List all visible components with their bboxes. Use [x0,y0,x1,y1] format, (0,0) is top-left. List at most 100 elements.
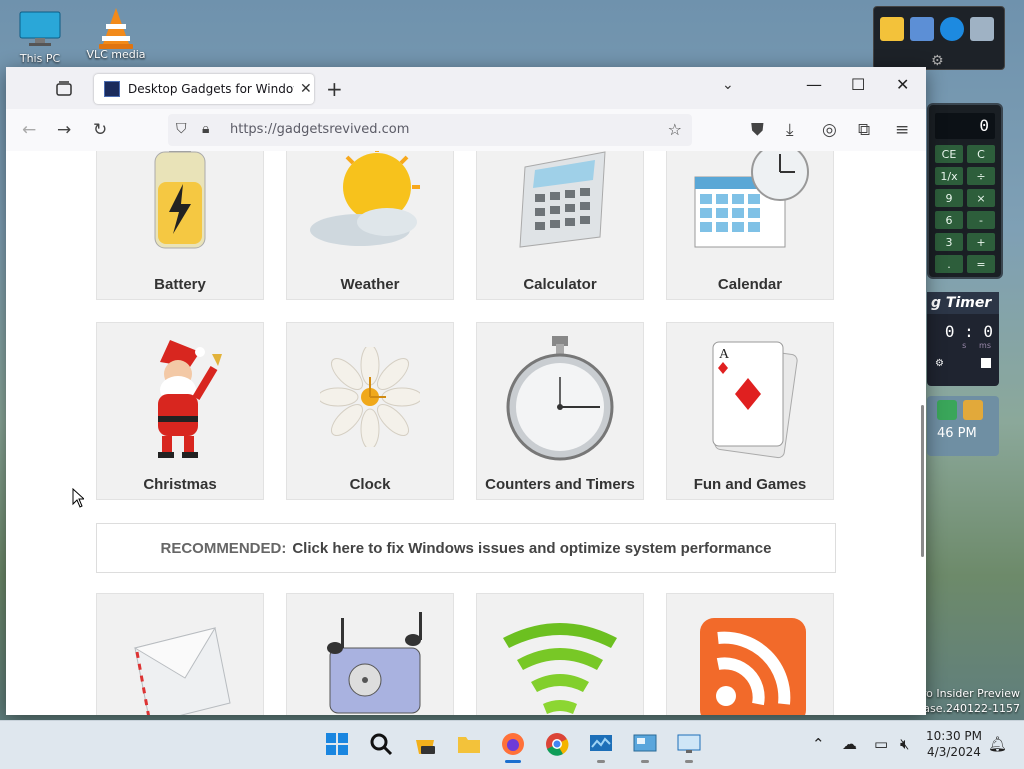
firefox-running-indicator [505,760,521,763]
timer-seconds: 0 [983,322,993,341]
calc-key[interactable]: - [967,211,995,229]
green-gadget-icon[interactable] [937,400,957,420]
minimize-icon[interactable]: — [806,75,822,94]
gadget-card-clock[interactable]: Clock [286,322,454,500]
gadget-toolbar: ⚙ [873,6,1005,70]
chevron-up-icon[interactable]: ⌃ [812,735,825,753]
recycle-bin-icon[interactable] [970,17,994,41]
maximize-icon[interactable]: ☐ [851,75,865,94]
control-panel-icon[interactable] [632,731,658,757]
gadget-card-rss[interactable] [666,593,834,715]
app-pre-icon[interactable] [412,731,438,757]
wifi-signal-icon [477,594,643,715]
envelope-icon [97,594,263,715]
timer-gadget[interactable]: g Timer 0 : 0 s ms ⚙ [927,292,999,386]
gadget-card-mail[interactable] [96,593,264,715]
account-icon[interactable]: ◎ [822,120,837,140]
calc-key[interactable]: C [967,145,995,163]
card-label: Christmas [143,476,217,493]
card-label: Weather [340,276,400,293]
cloud-offline-icon[interactable]: ☁ [842,735,857,753]
address-bar[interactable]: ⛉ 🔒︎ https://gadgetsrevived.com ☆ [168,114,692,146]
gadget-card-weather[interactable]: Weather [286,151,454,300]
tab-bar: Desktop Gadgets for Windows 1 ✕ + ⌄ — ☐ … [6,67,926,109]
calc-key[interactable]: 3 [935,233,963,251]
calculator-display: 0 [935,113,995,139]
folder-icon[interactable] [880,17,904,41]
calculator-gadget[interactable]: 0 CE C 1/x ÷ 9 × 6 - 3 + . = [927,103,1003,279]
desktop-icon-vlc[interactable]: VLC media [86,6,146,61]
gear-icon[interactable]: ⚙ [931,53,944,69]
monitor-icon [19,10,61,48]
site-favicon-icon [104,81,120,97]
tab-active[interactable]: Desktop Gadgets for Windows 1 ✕ [94,74,314,104]
gadget-card-counters-timers[interactable]: Counters and Timers [476,322,644,500]
taskbar-clock[interactable]: 10:30 PM 4/3/2024 [926,728,982,760]
vertical-scrollbar[interactable] [921,405,924,557]
extensions-icon[interactable]: ⧉ [858,120,870,140]
pocket-icon[interactable]: ⛊ [751,120,764,140]
gadget-card-fun-games[interactable]: A Fun and Games [666,322,834,500]
calc-key[interactable]: CE [935,145,963,163]
gadget-card-calculator[interactable]: Calculator [476,151,644,300]
close-tab-icon[interactable]: ✕ [300,81,312,97]
calc-key[interactable]: = [967,255,995,273]
music-player-icon [287,594,453,715]
taskbar: ⌃ ☁ ▭ 🔇︎ 10:30 PM 4/3/2024 🔔︎ [0,720,1024,769]
internet-explorer-icon[interactable] [940,17,964,41]
firefox-icon[interactable] [500,731,526,757]
gadget-card-battery[interactable]: Battery [96,151,264,300]
timer-unit-s: s [962,341,967,350]
calc-key[interactable]: 6 [935,211,963,229]
card-label: Fun and Games [693,476,807,493]
start-icon[interactable] [324,731,350,757]
gadget-card-network[interactable] [476,593,644,715]
calc-key[interactable]: × [967,189,995,207]
santa-icon [97,323,263,471]
forward-icon[interactable]: → [57,120,71,140]
timer-stop-icon[interactable] [981,358,991,368]
key-icon[interactable] [963,400,983,420]
card-label: Battery [154,276,206,293]
gadget-card-music[interactable] [286,593,454,715]
menu-icon[interactable]: ≡ [895,120,909,140]
desktop-icon-this-pc[interactable]: This PC [10,10,70,65]
network-icon[interactable] [910,17,934,41]
app-monitor-icon[interactable] [588,731,614,757]
svg-text:A: A [719,347,730,362]
tab-list-icon[interactable] [54,79,76,101]
calc-key[interactable]: 9 [935,189,963,207]
volume-muted-icon[interactable]: 🔇︎ [900,735,909,753]
mouse-cursor-icon [72,487,86,508]
close-window-icon[interactable]: ✕ [896,75,909,94]
gadget-card-christmas[interactable]: Christmas [96,322,264,500]
chrome-icon[interactable] [544,731,570,757]
insider-line-2: ease.240122-1157 [916,702,1020,715]
url-text[interactable]: https://gadgetsrevived.com [230,122,409,137]
calc-key[interactable]: . [935,255,963,273]
desktop-icon-label: VLC media [86,48,146,61]
lock-icon[interactable]: 🔒︎ [202,121,209,137]
recommended-link[interactable]: Click here to fix Windows issues and opt… [292,540,771,557]
bookmark-star-icon[interactable]: ☆ [668,120,682,139]
calculator-icon [477,151,643,271]
display-icon[interactable]: ▭ [874,735,888,753]
calc-key[interactable]: + [967,233,995,251]
file-explorer-icon[interactable] [456,731,482,757]
clock-gadget[interactable]: 46 PM [927,396,999,456]
tracking-protection-icon[interactable]: ⛉ [176,121,187,137]
downloads-icon[interactable]: ⤓ [786,120,794,140]
reload-icon[interactable]: ↻ [93,120,107,140]
calc-key[interactable]: ÷ [967,167,995,185]
gadget-card-calendar[interactable]: Calendar [666,151,834,300]
rss-feed-icon [667,594,833,715]
back-icon[interactable]: ← [22,120,36,140]
recommended-banner[interactable]: RECOMMENDED: Click here to fix Windows i… [96,523,836,573]
calc-key[interactable]: 1/x [935,167,963,185]
chevron-down-icon[interactable]: ⌄ [722,77,734,93]
search-icon[interactable] [368,731,394,757]
notification-bell-icon[interactable]: 🔔︎ [988,735,1007,753]
remote-desktop-icon[interactable] [676,731,702,757]
timer-settings-icon[interactable]: ⚙ [935,358,944,369]
new-tab-icon[interactable]: + [326,77,343,101]
